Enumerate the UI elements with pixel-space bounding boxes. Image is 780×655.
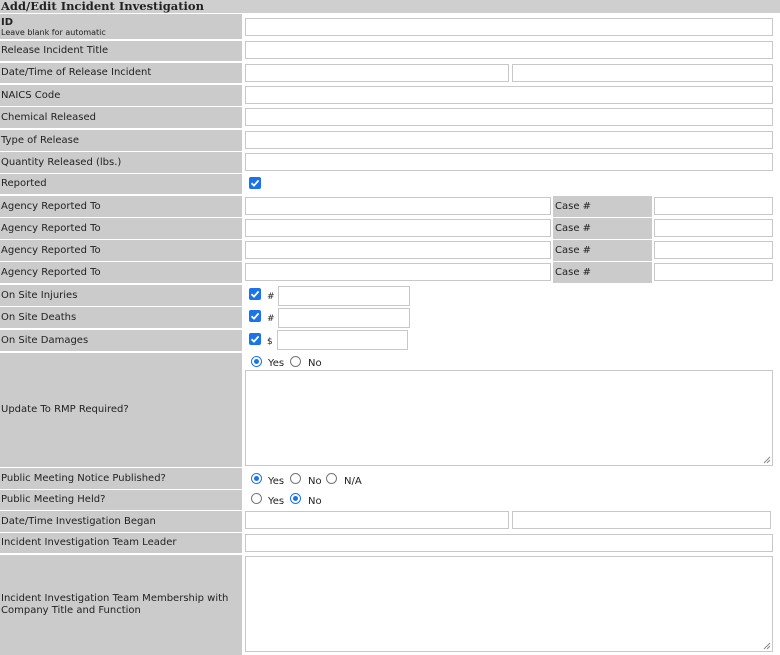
agency-input-4[interactable]	[245, 263, 551, 281]
release-datetime-label: Date/Time of Release Incident	[0, 63, 242, 83]
resize-grip-icon[interactable]	[761, 640, 771, 650]
case-label-4: Case #	[553, 262, 652, 283]
id-sublabel: Leave blank for automatic	[1, 27, 106, 37]
injuries-label: On Site Injuries	[0, 285, 242, 306]
case-label-3: Case #	[553, 240, 652, 261]
agency-label-2: Agency Reported To	[0, 218, 242, 239]
injuries-input[interactable]	[278, 286, 410, 306]
meeting-no-label: No	[308, 496, 322, 507]
chemical-label: Chemical Released	[0, 107, 242, 128]
case-input-4[interactable]	[654, 263, 773, 281]
team-leader-label: Incident Investigation Team Leader	[0, 533, 242, 553]
check-icon	[250, 312, 260, 320]
release-time-input[interactable]	[512, 64, 773, 82]
notice-na-radio[interactable]	[326, 473, 337, 484]
notice-na-label: N/A	[344, 476, 362, 487]
check-icon	[250, 290, 260, 298]
injuries-count-symbol: #	[267, 292, 275, 302]
case-input-3[interactable]	[654, 241, 773, 259]
form-title: Add/Edit Incident Investigation	[0, 0, 780, 13]
rmp-yes-label: Yes	[268, 358, 285, 369]
damages-input[interactable]	[277, 330, 408, 350]
id-label: ID	[1, 16, 14, 28]
chemical-input[interactable]	[245, 108, 773, 126]
meeting-no-radio[interactable]	[290, 493, 301, 504]
investigation-began-label: Date/Time Investigation Began	[0, 511, 242, 532]
case-label-1: Case #	[553, 196, 652, 217]
investigation-date-input[interactable]	[245, 511, 509, 529]
agency-input-1[interactable]	[245, 197, 551, 215]
notice-yes-radio[interactable]	[251, 473, 262, 484]
release-type-label: Type of Release	[0, 130, 242, 151]
release-title-input[interactable]	[245, 41, 773, 59]
check-icon	[250, 335, 260, 343]
meeting-yes-radio[interactable]	[251, 493, 262, 504]
notice-no-label: No	[308, 476, 322, 487]
agency-label-3: Agency Reported To	[0, 240, 242, 261]
damages-checkbox[interactable]	[249, 333, 261, 345]
team-membership-label: Incident Investigation Team Membership w…	[0, 555, 242, 655]
reported-checkbox[interactable]	[249, 177, 261, 189]
check-icon	[250, 179, 260, 187]
agency-input-3[interactable]	[245, 241, 551, 259]
deaths-input[interactable]	[278, 308, 410, 328]
reported-label: Reported	[0, 174, 242, 194]
meeting-held-label: Public Meeting Held?	[0, 490, 242, 510]
naics-label: NAICS Code	[0, 85, 242, 106]
damages-currency-symbol: $	[267, 337, 273, 347]
deaths-label: On Site Deaths	[0, 307, 242, 328]
injuries-checkbox[interactable]	[249, 288, 261, 300]
naics-input[interactable]	[245, 86, 773, 104]
rmp-yes-radio[interactable]	[251, 356, 262, 367]
release-title-label: Release Incident Title	[0, 41, 242, 61]
rmp-no-radio[interactable]	[290, 356, 301, 367]
case-input-2[interactable]	[654, 219, 773, 237]
rmp-update-label: Update To RMP Required?	[0, 353, 242, 467]
case-input-1[interactable]	[654, 197, 773, 215]
agency-label-1: Agency Reported To	[0, 196, 242, 217]
deaths-count-symbol: #	[267, 314, 275, 324]
rmp-notes-textarea[interactable]	[245, 370, 773, 466]
rmp-no-label: No	[308, 358, 322, 369]
release-type-input[interactable]	[245, 131, 773, 149]
meeting-yes-label: Yes	[268, 496, 285, 507]
team-leader-input[interactable]	[245, 534, 773, 552]
notice-yes-label: Yes	[268, 476, 285, 487]
agency-input-2[interactable]	[245, 219, 551, 237]
case-label-2: Case #	[553, 218, 652, 239]
resize-grip-icon[interactable]	[761, 454, 771, 464]
notice-published-label: Public Meeting Notice Published?	[0, 468, 242, 489]
notice-no-radio[interactable]	[290, 473, 301, 484]
id-label-cell: ID Leave blank for automatic	[0, 14, 242, 39]
quantity-input[interactable]	[245, 153, 773, 171]
deaths-checkbox[interactable]	[249, 310, 261, 322]
team-membership-textarea[interactable]	[245, 556, 773, 652]
investigation-time-input[interactable]	[512, 511, 771, 529]
release-date-input[interactable]	[245, 64, 509, 82]
damages-label: On Site Damages	[0, 330, 242, 351]
agency-label-4: Agency Reported To	[0, 262, 242, 283]
quantity-label: Quantity Released (lbs.)	[0, 152, 242, 173]
id-input[interactable]	[245, 18, 773, 36]
